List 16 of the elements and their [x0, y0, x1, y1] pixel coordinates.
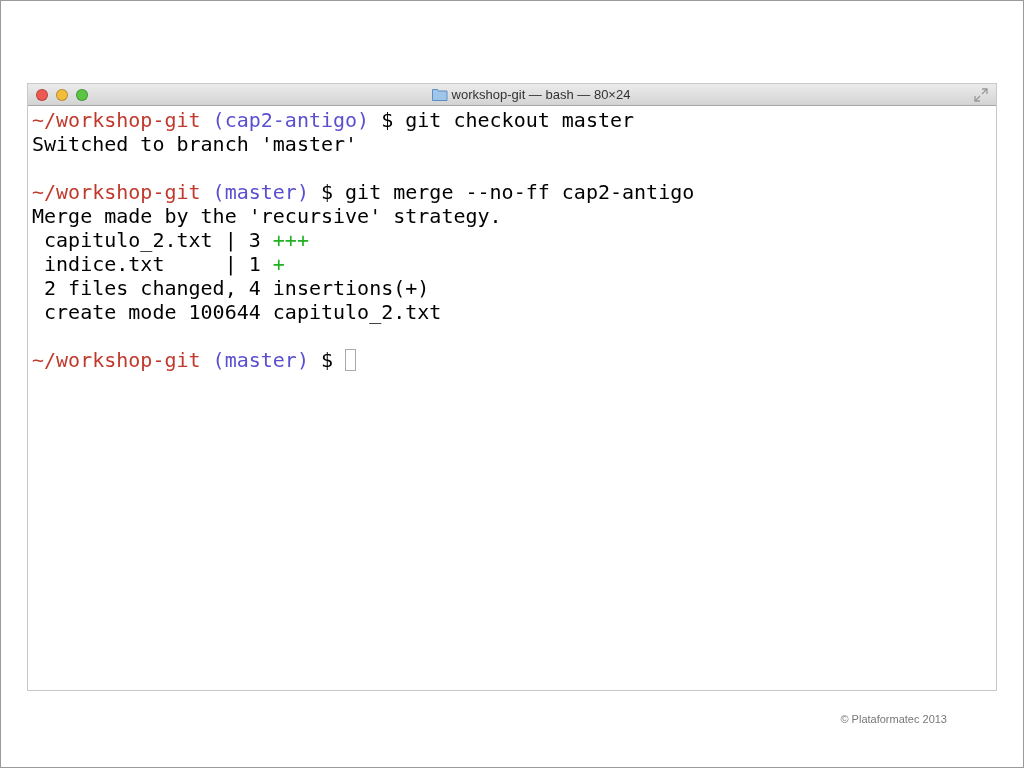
zoom-button[interactable]: [76, 88, 88, 101]
terminal-line: capitulo_2.txt | 3 +++: [43, 228, 309, 252]
terminal-line: Switched to branch 'master': [32, 132, 358, 156]
terminal-line: ~/workshop-git (master) $: [32, 348, 335, 372]
close-button[interactable]: [36, 88, 48, 101]
window-title: workshop-git — bash — 80×24: [451, 87, 631, 102]
terminal-line: Merge made by the 'recursive' strategy.: [32, 204, 502, 228]
minimize-button[interactable]: [56, 88, 68, 101]
terminal-line: create mode 100644 capitulo_2.txt: [43, 300, 442, 324]
copyright-text: © Plataformatec 2013: [840, 713, 947, 725]
terminal-line: ~/workshop-git (cap2-antigo) $ git checkout master: [32, 108, 635, 132]
folder-icon: [431, 88, 448, 101]
fullscreen-icon[interactable]: [974, 87, 988, 102]
terminal-line: indice.txt | 1 +: [43, 252, 285, 276]
terminal-line: ~/workshop-git (master) $ git merge --no-ff cap2-antigo: [32, 180, 695, 204]
terminal-line: 2 files changed, 4 insertions(+): [43, 276, 430, 300]
